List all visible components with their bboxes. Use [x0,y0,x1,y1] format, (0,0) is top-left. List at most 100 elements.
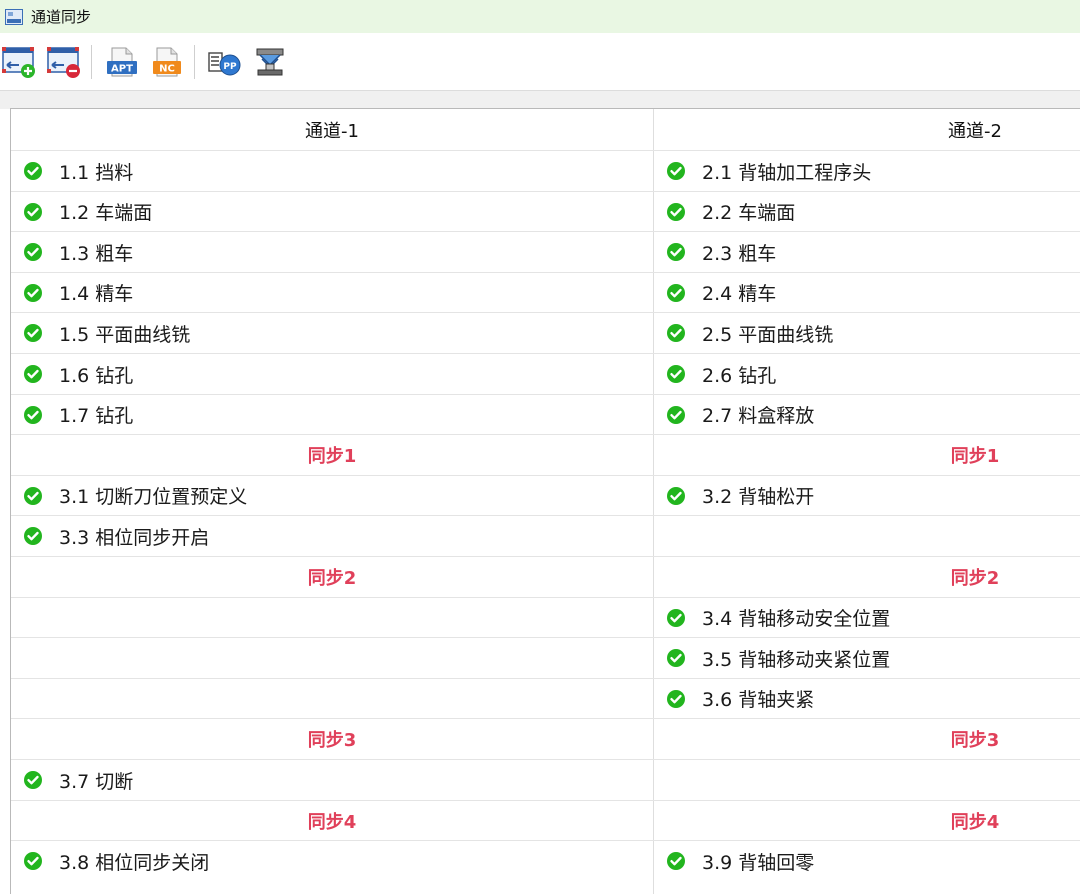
sync-row: 同步2 同步2 [11,556,1080,597]
check-icon [667,608,685,627]
operation-cell[interactable]: 1.6 钻孔 [11,354,653,394]
operation-cell[interactable]: 1.7 钻孔 [11,395,653,435]
sync-point-cell[interactable]: 同步3 [654,719,1080,759]
check-icon [24,324,42,343]
operation-label: 3.1 切断刀位置预定义 [59,486,248,509]
nc-file-icon: NC [153,47,181,76]
operation-cell[interactable]: 2.3 粗车 [654,232,1080,272]
sync-point-cell[interactable]: 同步4 [11,801,653,841]
toolbar-separator [194,44,195,79]
operation-label: 2.3 粗车 [702,242,777,265]
operation-label: 1.4 精车 [59,283,134,306]
check-icon [24,771,42,789]
nc-label: NC [159,63,175,74]
operation-label: 2.2 车端面 [702,202,796,225]
operation-cell[interactable]: 3.2 背轴松开 [654,476,1080,516]
check-icon [24,486,42,505]
operation-cell[interactable]: 3.8 相位同步关闭 [11,841,653,881]
check-icon [667,324,685,343]
operation-label: 3.8 相位同步关闭 [59,851,210,874]
remove-channel-button[interactable] [45,43,83,81]
sync-point-cell[interactable]: 同步2 [654,557,1080,597]
sync-point-cell[interactable]: 同步4 [654,801,1080,841]
sync-point-cell[interactable]: 同步2 [11,557,653,597]
empty-cell[interactable] [654,516,1080,556]
operation-cell[interactable]: 3.3 相位同步开启 [11,516,653,556]
check-icon [24,405,42,424]
apt-button[interactable]: APT [103,43,141,81]
operation-cell[interactable]: 2.6 钻孔 [654,354,1080,394]
operation-cell[interactable]: 3.6 背轴夹紧 [654,679,1080,719]
operation-label: 2.7 料盒释放 [702,405,815,428]
table-row: 3.5 背轴移动夹紧位置 [11,637,1080,678]
operation-cell[interactable]: 1.5 平面曲线铣 [11,313,653,353]
empty-cell[interactable] [11,638,653,678]
sync-row: 同步3 同步3 [11,718,1080,759]
check-icon [667,689,685,708]
check-icon [24,852,42,871]
check-icon [667,852,685,871]
operation-label: 3.2 背轴松开 [702,486,815,509]
apt-file-icon: APT [107,47,137,76]
check-icon [667,486,685,505]
operation-cell[interactable]: 2.1 背轴加工程序头 [654,151,1080,191]
operation-label: 2.6 钻孔 [702,364,777,387]
empty-cell[interactable] [11,679,653,719]
check-icon [24,527,42,546]
operation-cell[interactable]: 2.7 料盒释放 [654,395,1080,435]
channel-sync-table: 通道-1 通道-2 1.1 挡料 2.1 背轴加工程序头 1.2 车端面 2.2 车端… [10,108,1080,894]
operation-label: 1.7 钻孔 [59,405,134,428]
table-row: 3.8 相位同步关闭 3.9 背轴回零 [11,840,1080,881]
operation-cell[interactable]: 3.9 背轴回零 [654,841,1080,881]
check-icon [24,365,42,383]
operation-cell[interactable]: 3.7 切断 [11,760,653,800]
operation-label: 1.6 钻孔 [59,364,134,387]
check-icon [667,405,685,424]
operation-label: 3.7 切断 [59,770,134,793]
pp-label: PP [223,62,237,72]
toolbar-separator [91,44,92,79]
operation-cell[interactable]: 3.1 切断刀位置预定义 [11,476,653,516]
column-header-channel-2[interactable]: 通道-2 [654,109,1080,150]
add-channel-button[interactable] [0,43,38,81]
operation-cell[interactable]: 2.2 车端面 [654,192,1080,232]
operation-cell[interactable]: 1.2 车端面 [11,192,653,232]
operation-label: 1.1 挡料 [59,161,134,184]
empty-cell[interactable] [654,760,1080,800]
operation-label: 2.4 精车 [702,283,777,306]
sync-point-cell[interactable]: 同步3 [11,719,653,759]
apt-label: APT [111,63,133,74]
nc-button[interactable]: NC [148,43,186,81]
remove-channel-icon [47,46,80,78]
operation-label: 1.2 车端面 [59,202,153,225]
operation-cell[interactable]: 2.4 精车 [654,273,1080,313]
operation-cell[interactable]: 3.4 背轴移动安全位置 [654,598,1080,638]
sync-point-cell[interactable]: 同步1 [654,435,1080,475]
machine-simulation-button[interactable] [251,43,289,81]
empty-cell[interactable] [11,598,653,638]
check-icon [667,649,685,668]
operation-label: 2.1 背轴加工程序头 [702,161,872,184]
operation-cell[interactable]: 1.4 精车 [11,273,653,313]
check-icon [667,283,685,302]
operation-cell[interactable]: 1.1 挡料 [11,151,653,191]
table-row: 1.1 挡料 2.1 背轴加工程序头 [11,150,1080,191]
toolbar-panel-gap [0,90,1080,109]
table-row: 3.7 切断 [11,759,1080,800]
operation-cell[interactable]: 1.3 粗车 [11,232,653,272]
column-header-channel-1[interactable]: 通道-1 [11,109,653,150]
operation-cell[interactable]: 3.5 背轴移动夹紧位置 [654,638,1080,678]
table-row: 3.1 切断刀位置预定义 3.2 背轴松开 [11,474,1080,516]
machine-icon [256,48,284,75]
title-bar: 通道同步 [0,0,1080,33]
operation-cell[interactable]: 2.5 平面曲线铣 [654,313,1080,353]
operation-label: 2.5 平面曲线铣 [702,323,834,346]
table-row: 1.5 平面曲线铣 2.5 平面曲线铣 [11,312,1080,353]
operation-label: 3.4 背轴移动安全位置 [702,608,891,631]
check-icon [667,365,685,383]
post-process-button[interactable]: PP [206,43,244,81]
check-icon [24,283,42,302]
sync-point-cell[interactable]: 同步1 [11,435,653,475]
operation-label: 1.3 粗车 [59,242,134,265]
check-icon [24,162,42,180]
